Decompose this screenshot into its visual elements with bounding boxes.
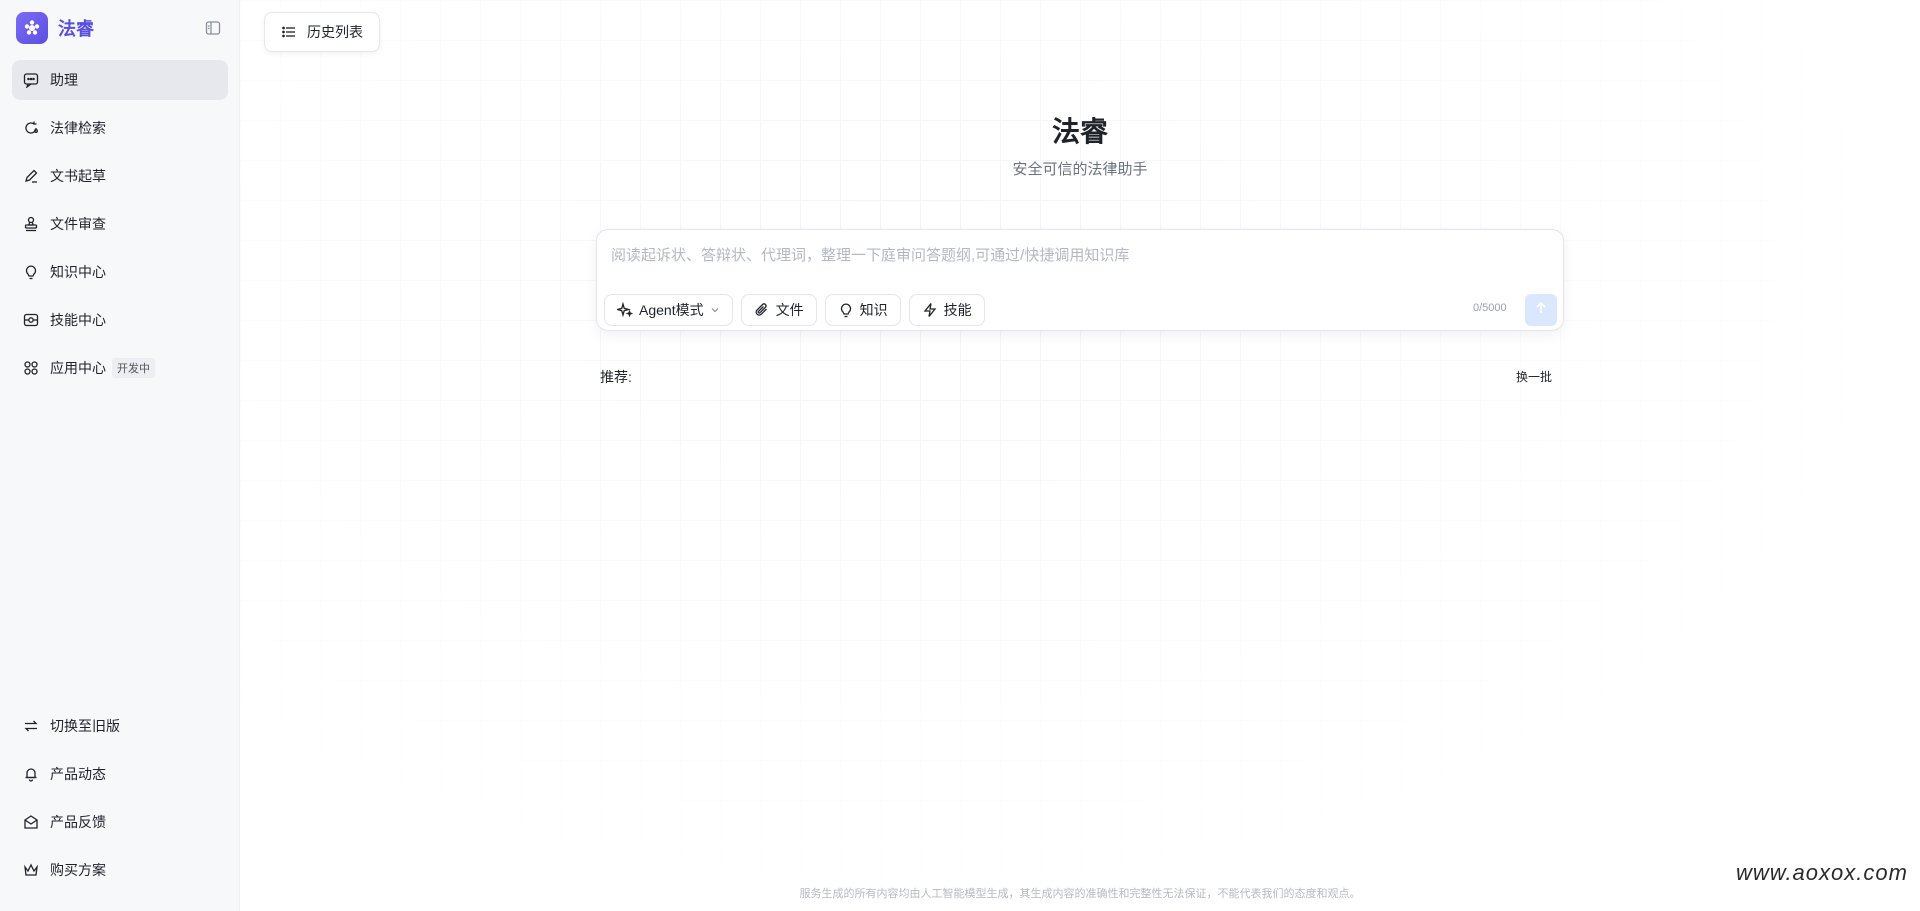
chat-composer: Agent模式 文件 知识 技能 bbox=[596, 229, 1564, 331]
bulb-icon bbox=[22, 263, 40, 281]
sidebar-item-label: 应用中心 bbox=[50, 360, 106, 376]
sidebar-item-review[interactable]: 文件审查 bbox=[12, 204, 228, 244]
chat-icon bbox=[22, 71, 40, 89]
page-title: 法睿 bbox=[1051, 116, 1108, 147]
skill-button[interactable]: 技能 bbox=[908, 294, 985, 326]
agent-mode-label: Agent模式 bbox=[639, 302, 704, 318]
sidebar-item-label: 文书起草 bbox=[50, 168, 106, 184]
sidebar-item-assistant[interactable]: 助理 bbox=[12, 60, 228, 100]
footer-disclaimer: 服务生成的所有内容均由人工智能模型生成，其生成内容的准确性和完整性无法保证，不能… bbox=[799, 888, 1361, 900]
sidebar-item-legal-search[interactable]: 法律检索 bbox=[12, 108, 228, 148]
sidebar-item-label: 产品动态 bbox=[50, 766, 106, 782]
crown-icon bbox=[22, 861, 40, 879]
page-subtitle: 安全可信的法律助手 bbox=[1012, 161, 1148, 178]
knowledge-label: 知识 bbox=[859, 302, 888, 318]
sidebar-item-updates[interactable]: 产品动态 bbox=[12, 754, 228, 794]
file-label: 文件 bbox=[775, 302, 804, 318]
stamp-icon bbox=[22, 215, 40, 233]
sidebar: 法睿 助理 法律检索 文书起草 文件审查 知识中心 技能中心 应用中心 开发中 … bbox=[0, 0, 240, 911]
sidebar-item-label: 助理 bbox=[50, 72, 78, 88]
history-list-label: 历史列表 bbox=[307, 24, 363, 40]
sidebar-item-purchase[interactable]: 购买方案 bbox=[12, 850, 228, 890]
paperclip-icon bbox=[754, 302, 770, 318]
arrow-up-icon bbox=[1534, 301, 1548, 320]
sidebar-item-label: 切换至旧版 bbox=[50, 718, 120, 734]
sidebar-item-label: 法律检索 bbox=[50, 120, 106, 136]
sidebar-item-label: 购买方案 bbox=[50, 862, 106, 878]
apps-icon bbox=[22, 359, 40, 377]
sidebar-item-switch-old[interactable]: 切换至旧版 bbox=[12, 706, 228, 746]
file-button[interactable]: 文件 bbox=[740, 294, 817, 326]
sparkle-icon bbox=[617, 302, 633, 318]
sidebar-item-drafting[interactable]: 文书起草 bbox=[12, 156, 228, 196]
brand-name: 法睿 bbox=[58, 19, 94, 39]
skill-icon bbox=[22, 311, 40, 329]
send-button[interactable] bbox=[1525, 294, 1557, 326]
sidebar-item-label: 文件审查 bbox=[50, 216, 106, 232]
brand-logo-icon bbox=[16, 12, 48, 44]
main-area: 历史列表 法睿 安全可信的法律助手 Agent模式 文件 bbox=[240, 0, 1920, 911]
composer-toolbar: Agent模式 文件 知识 技能 bbox=[604, 294, 993, 326]
sidebar-item-apps[interactable]: 应用中心 开发中 bbox=[12, 348, 228, 388]
bell-icon bbox=[22, 765, 40, 783]
dev-badge: 开发中 bbox=[112, 358, 155, 378]
refresh-recommend-button[interactable]: 换一批 bbox=[1516, 368, 1552, 385]
pen-icon bbox=[22, 167, 40, 185]
history-list-button[interactable]: 历史列表 bbox=[264, 12, 380, 52]
sidebar-item-knowledge[interactable]: 知识中心 bbox=[12, 252, 228, 292]
sidebar-item-label: 产品反馈 bbox=[50, 814, 106, 830]
agent-mode-dropdown[interactable]: Agent模式 bbox=[604, 294, 733, 326]
sidebar-item-label: 知识中心 bbox=[50, 264, 106, 280]
chevron-down-icon bbox=[710, 305, 720, 315]
lightning-icon bbox=[922, 302, 938, 318]
knowledge-button[interactable]: 知识 bbox=[824, 294, 901, 326]
sidebar-bottom-nav: 切换至旧版 产品动态 产品反馈 购买方案 bbox=[12, 706, 228, 898]
recommend-label: 推荐: bbox=[600, 369, 632, 385]
sidebar-collapse-icon[interactable] bbox=[204, 19, 222, 37]
skill-label: 技能 bbox=[943, 302, 972, 318]
sidebar-nav: 助理 法律检索 文书起草 文件审查 知识中心 技能中心 应用中心 开发中 bbox=[12, 60, 228, 396]
sidebar-item-feedback[interactable]: 产品反馈 bbox=[12, 802, 228, 842]
switch-icon bbox=[22, 717, 40, 735]
sidebar-item-skills[interactable]: 技能中心 bbox=[12, 300, 228, 340]
watermark: www.aoxox.com bbox=[1736, 860, 1908, 885]
bulb-icon bbox=[838, 302, 854, 318]
brand[interactable]: 法睿 bbox=[16, 12, 94, 44]
list-icon bbox=[281, 24, 297, 40]
prompt-input[interactable] bbox=[611, 244, 1541, 270]
search-refresh-icon bbox=[22, 119, 40, 137]
char-counter: 0/5000 bbox=[1473, 302, 1507, 314]
sidebar-item-label: 技能中心 bbox=[50, 312, 106, 328]
feedback-icon bbox=[22, 813, 40, 831]
